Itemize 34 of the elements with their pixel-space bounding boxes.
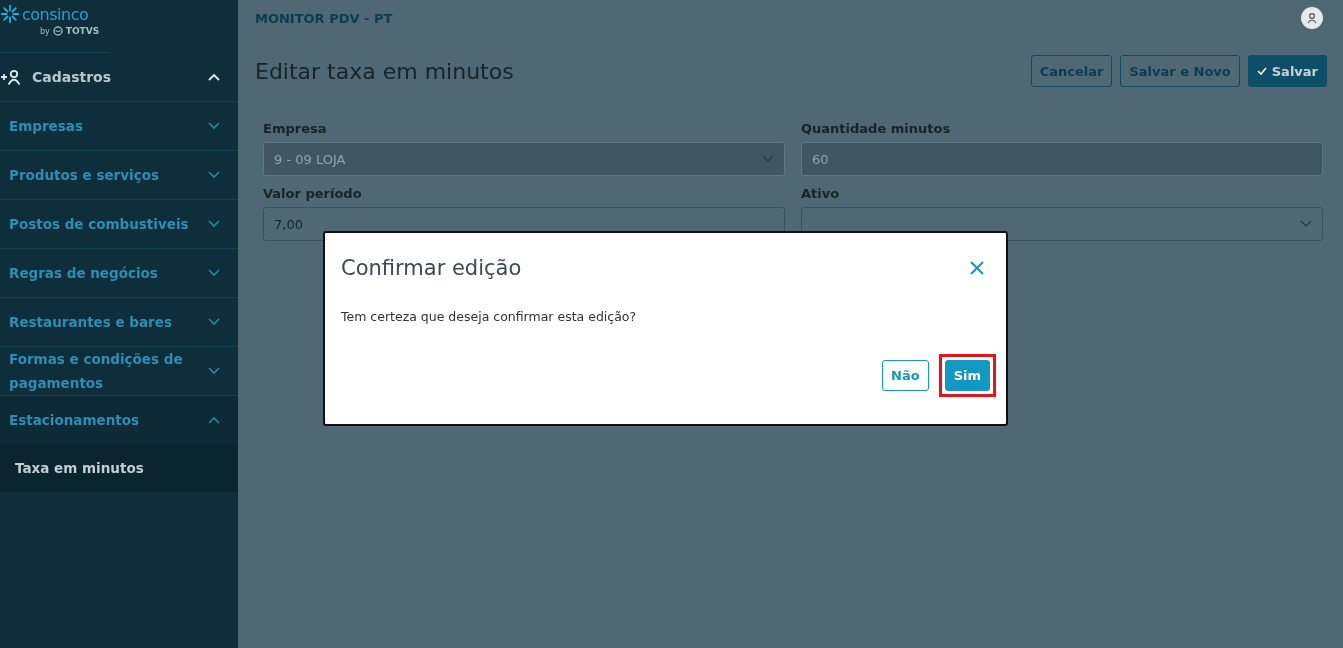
field-label: Valor período [263,186,363,201]
chevron-icon [208,73,220,81]
add-user-icon [0,69,22,85]
chevron-icon [208,416,220,424]
app-title: MONITOR PDV - PT [255,10,394,26]
dialog-title: Confirmar edição [341,256,522,280]
partner-name: TOTVS [65,26,100,36]
menu-item[interactable]: Estacionamentos [0,396,238,444]
chevron-icon [208,171,220,179]
close-icon[interactable] [970,261,984,275]
chevron-icon [1300,220,1312,228]
confirm-button[interactable]: Sim [944,360,990,391]
user-icon[interactable] [1301,7,1323,29]
action-button[interactable]: Cancelar [1030,55,1113,87]
logo-text: consinco [22,4,89,24]
logo-byline: by [40,26,50,36]
field-label: Ativo [801,186,841,201]
submenu-item[interactable]: Taxa em minutos [0,444,238,492]
chevron-icon [208,122,220,130]
check-icon [1256,67,1267,75]
save-button[interactable]: Salvar [1247,55,1327,87]
cancel-button[interactable]: Não [882,360,929,391]
chevron-icon [208,367,220,375]
chevron-icon [208,220,220,228]
action-button[interactable]: Salvar e Novo [1120,55,1240,87]
logo-icon [0,4,20,24]
chevron-icon [208,318,220,326]
field-label: Quantidade minutos [801,121,952,136]
dialog-message: Tem certeza que deseja confirmar esta edição? [341,309,638,324]
chevron-icon [762,155,774,163]
partner-logo-icon [52,26,63,36]
chevron-icon [208,269,220,277]
field-label: Empresa [263,121,328,136]
page-title: Editar taxa em minutos [255,58,515,84]
